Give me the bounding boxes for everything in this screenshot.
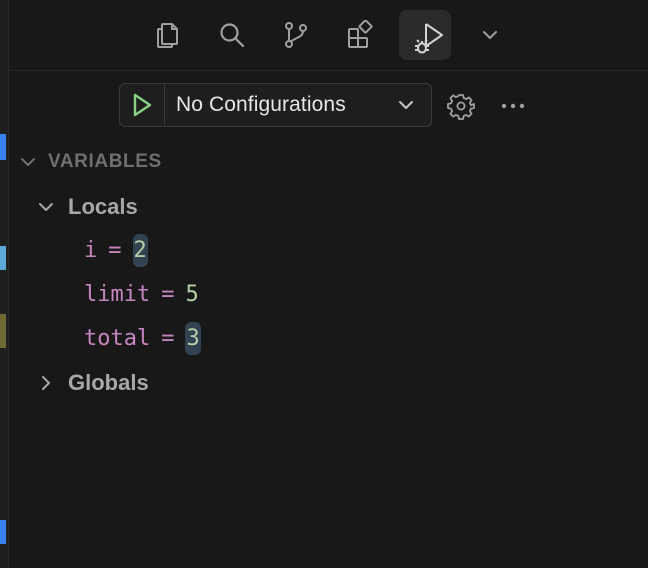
scope-locals[interactable]: Locals [36, 190, 138, 224]
gutter-change-marker [0, 314, 6, 348]
chevron-right-icon [42, 376, 50, 390]
debug-sidebar: No Configurations VARIABLES Locals i = 2… [0, 0, 648, 568]
activity-bar [8, 0, 648, 71]
variable-name: limit [84, 281, 151, 307]
variable-row[interactable]: i = 2 [84, 230, 148, 270]
variable-name: i [84, 237, 98, 263]
variable-value: 2 [132, 233, 148, 267]
configuration-dropdown[interactable]: No Configurations [165, 84, 431, 126]
variable-value: 3 [185, 321, 201, 355]
chevron-down-icon [39, 203, 53, 211]
variables-section-header[interactable]: VARIABLES [18, 146, 162, 178]
variable-row[interactable]: total = 3 [84, 318, 201, 358]
start-debugging-button[interactable] [120, 84, 165, 126]
configuration-label: No Configurations [176, 93, 346, 116]
variable-equals: = [161, 281, 175, 307]
run-and-debug-icon[interactable] [399, 10, 451, 60]
gear-icon[interactable] [445, 90, 477, 122]
variable-row[interactable]: limit = 5 [84, 274, 199, 314]
gutter-change-marker [0, 520, 6, 544]
search-icon[interactable] [206, 10, 258, 60]
explorer-icon[interactable] [142, 10, 194, 60]
scope-globals[interactable]: Globals [36, 366, 149, 400]
gutter-change-marker [0, 246, 6, 270]
extensions-icon[interactable] [334, 10, 386, 60]
variable-equals: = [108, 237, 122, 263]
scope-label: Locals [68, 194, 138, 219]
section-title: VARIABLES [48, 151, 162, 172]
source-control-icon[interactable] [270, 10, 322, 60]
more-actions-icon[interactable] [497, 90, 529, 122]
debug-configuration-bar: No Configurations [119, 83, 432, 127]
variable-value: 5 [185, 281, 199, 307]
editor-gutter-strip [0, 0, 9, 568]
variable-equals: = [161, 325, 175, 351]
play-icon [133, 93, 152, 117]
gutter-change-marker [0, 134, 6, 160]
chevron-down-icon[interactable] [464, 10, 516, 60]
chevron-down-icon [399, 101, 413, 109]
variable-name: total [84, 325, 151, 351]
scope-label: Globals [68, 370, 149, 395]
chevron-down-icon [21, 158, 35, 166]
